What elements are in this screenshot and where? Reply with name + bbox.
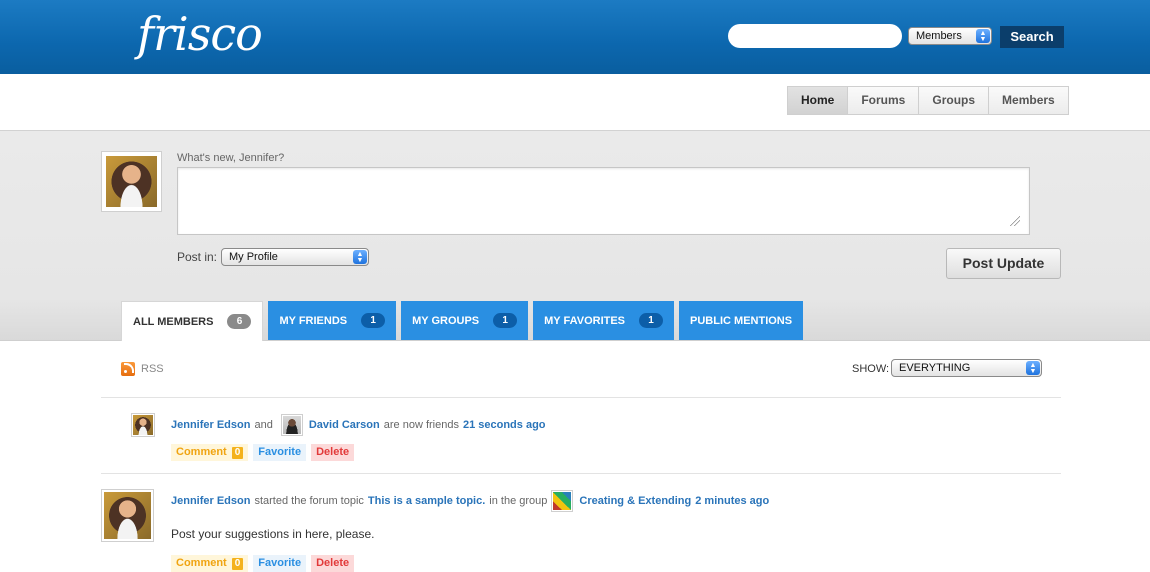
show-filter-label: SHOW: (852, 363, 890, 375)
tab-all-members[interactable]: ALL MEMBERS 6 (121, 301, 264, 341)
friend-avatar[interactable] (280, 414, 303, 436)
activity-header: Jennifer Edson and David Carson are now … (171, 414, 546, 436)
avatar-image (104, 492, 151, 539)
activity-actions: Comment 0 Favorite Delete (171, 555, 359, 572)
delete-button[interactable]: Delete (311, 444, 355, 461)
tab-label: PUBLIC MENTIONS (690, 314, 793, 327)
tab-count-badge: 6 (227, 314, 252, 329)
site-header: frisco Members ▲ ▼ Search (0, 0, 1150, 74)
rss-icon[interactable] (121, 362, 135, 376)
tab-public-mentions[interactable]: PUBLIC MENTIONS (679, 301, 804, 340)
main-nav: Home Forums Groups Members (787, 86, 1069, 115)
comment-button[interactable]: Comment 0 (171, 444, 249, 461)
avatar-image (106, 156, 157, 207)
comment-button[interactable]: Comment 0 (171, 555, 249, 572)
avatar-image (553, 492, 572, 510)
nav-forums[interactable]: Forums (847, 87, 919, 114)
activity-text: started the forum topic (254, 495, 364, 507)
user-link[interactable]: Jennifer Edson (171, 495, 250, 507)
activity-timestamp[interactable]: 21 seconds ago (463, 419, 546, 431)
tab-count-badge: 1 (493, 313, 518, 328)
delete-button[interactable]: Delete (311, 555, 355, 572)
site-logo[interactable]: frisco (137, 2, 263, 66)
search-scope-select[interactable]: Members ▲ ▼ (908, 27, 992, 45)
activity-actions: Comment 0 Favorite Delete (171, 444, 359, 461)
post-update-button[interactable]: Post Update (946, 248, 1061, 279)
tab-label: ALL MEMBERS (133, 315, 214, 328)
divider (101, 397, 1061, 398)
activity-timestamp[interactable]: 2 minutes ago (695, 495, 769, 507)
post-in-label: Post in: (177, 250, 218, 264)
rss-link[interactable]: RSS (141, 363, 164, 375)
user-link[interactable]: Jennifer Edson (171, 419, 250, 431)
activity-tabs: ALL MEMBERS 6 MY FRIENDS 1 MY GROUPS 1 M… (121, 301, 808, 341)
tab-count-badge: 1 (361, 313, 386, 328)
resize-grip-icon[interactable] (1010, 216, 1020, 226)
show-filter-value: EVERYTHING (899, 362, 971, 374)
avatar-image (133, 415, 153, 435)
user-avatar[interactable] (101, 151, 162, 212)
select-arrows-icon: ▲ ▼ (1026, 361, 1040, 375)
select-arrows-icon: ▲ ▼ (353, 250, 367, 264)
tab-label: MY FRIENDS (279, 314, 348, 327)
whats-new-textarea[interactable] (177, 167, 1030, 235)
friend-link[interactable]: David Carson (309, 419, 380, 431)
activity-avatar[interactable] (131, 413, 155, 437)
divider (101, 473, 1061, 474)
tab-label: MY FAVORITES (544, 314, 626, 327)
comment-label: Comment (176, 446, 227, 458)
nav-home[interactable]: Home (788, 87, 848, 114)
activity-text: in the group (489, 495, 548, 507)
nav-members[interactable]: Members (988, 87, 1068, 114)
favorite-button[interactable]: Favorite (253, 444, 307, 461)
post-in-select[interactable]: My Profile ▲ ▼ (221, 248, 369, 266)
activity-avatar[interactable] (101, 489, 154, 542)
group-link[interactable]: Creating & Extending (579, 495, 691, 507)
activity-text: and (254, 419, 273, 431)
tab-my-favorites[interactable]: MY FAVORITES 1 (533, 301, 675, 340)
group-avatar[interactable] (551, 490, 574, 512)
topic-link[interactable]: This is a sample topic. (368, 495, 485, 507)
tab-my-friends[interactable]: MY FRIENDS 1 (268, 301, 397, 340)
avatar-image (282, 416, 301, 434)
comment-count: 0 (231, 446, 244, 459)
post-in-value: My Profile (229, 251, 278, 263)
nav-groups[interactable]: Groups (918, 87, 989, 114)
tab-count-badge: 1 (639, 313, 664, 328)
select-arrows-icon: ▲ ▼ (976, 29, 990, 43)
show-filter-select[interactable]: EVERYTHING ▲ ▼ (891, 359, 1042, 377)
tab-my-groups[interactable]: MY GROUPS 1 (401, 301, 529, 340)
activity-header: Jennifer Edson started the forum topic T… (171, 490, 769, 512)
activity-text: are now friends (383, 419, 459, 431)
tab-label: MY GROUPS (412, 314, 480, 327)
comment-count: 0 (231, 557, 244, 570)
search-button[interactable]: Search (1000, 26, 1064, 48)
whats-new-prompt: What's new, Jennifer? (177, 152, 285, 164)
activity-content: Post your suggestions in here, please. (171, 527, 375, 541)
search-input[interactable] (728, 24, 902, 48)
favorite-button[interactable]: Favorite (253, 555, 307, 572)
comment-label: Comment (176, 557, 227, 569)
search-scope-value: Members (916, 30, 962, 42)
